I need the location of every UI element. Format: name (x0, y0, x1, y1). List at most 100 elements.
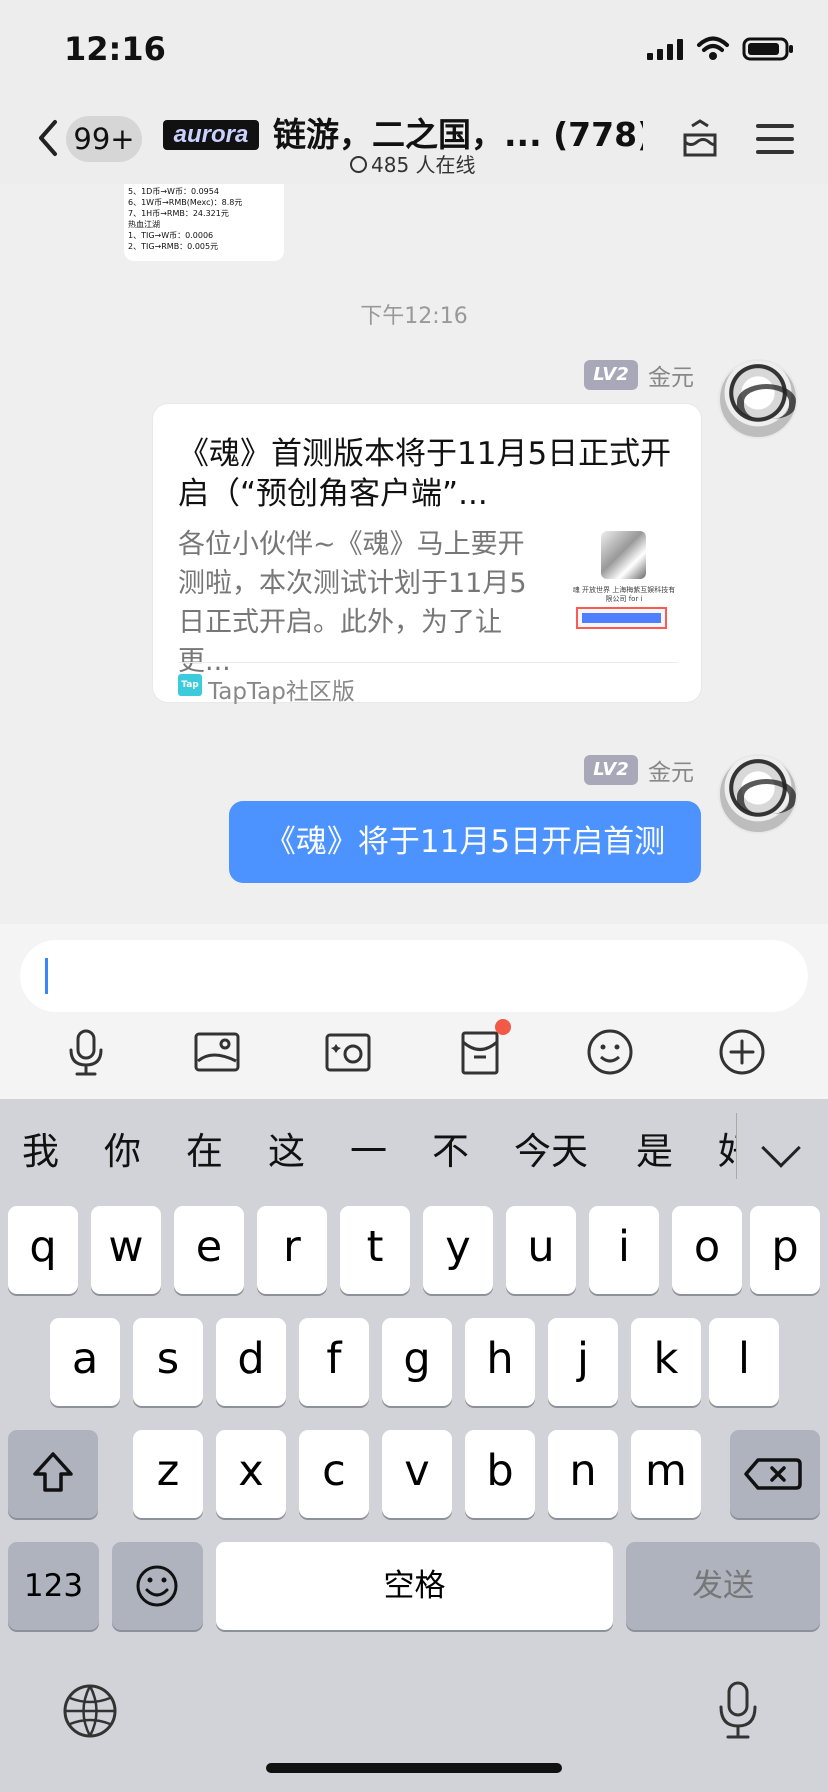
key-h[interactable]: h (465, 1318, 535, 1406)
chat-header: 99+ aurora 链游，二之国，... (778) 485 人在线 (0, 96, 828, 184)
group-logo: aurora (163, 120, 259, 150)
image-icon[interactable] (191, 1026, 243, 1078)
key-v[interactable]: v (382, 1430, 452, 1518)
shift-key[interactable] (8, 1430, 98, 1518)
home-indicator (266, 1763, 562, 1773)
previous-image-line: 5、1D币→W币：0.0954 (128, 187, 219, 196)
key-e[interactable]: e (174, 1206, 244, 1294)
candidate-word[interactable]: 是 (636, 1129, 673, 1174)
key-l[interactable]: l (709, 1318, 779, 1406)
globe-icon[interactable] (62, 1683, 118, 1739)
key-z[interactable]: z (133, 1430, 203, 1518)
online-status-icon (350, 156, 367, 173)
second-message-meta: LV2 金元 (584, 754, 694, 786)
back-icon[interactable] (30, 114, 66, 162)
chevron-down-icon[interactable] (761, 1128, 801, 1168)
candidate-word[interactable]: 我 (22, 1129, 59, 1174)
key-g[interactable]: g (382, 1318, 452, 1406)
candidate-word[interactable]: 今天 (514, 1129, 588, 1174)
link-card-source: TapTap社区版 (208, 679, 355, 705)
text-caret (45, 958, 48, 994)
shift-icon (33, 1452, 73, 1492)
candidate-word[interactable]: 不 (432, 1129, 469, 1174)
key-u[interactable]: u (506, 1206, 576, 1294)
cellular-signal-icon (647, 39, 683, 60)
text-message-bubble[interactable]: 《魂》将于11月5日开启首测 (229, 801, 701, 883)
send-key[interactable]: 发送 (626, 1542, 820, 1630)
sender-avatar[interactable] (718, 754, 798, 834)
link-card-description: 各位小伙伴~《魂》马上要开测啦，本次测试计划于11月5日正式开启。此外，为了让更… (178, 529, 527, 677)
voice-input-icon[interactable] (60, 1026, 112, 1078)
key-o[interactable]: o (672, 1206, 742, 1294)
key-f[interactable]: f (299, 1318, 369, 1406)
previous-image-line: 2、TIG→RMB：0.005元 (128, 242, 219, 251)
key-i[interactable]: i (589, 1206, 659, 1294)
candidate-word[interactable]: 你 (104, 1129, 141, 1174)
previous-image-line: 7、1H币→RMB：24.321元 (128, 209, 229, 218)
key-k[interactable]: k (631, 1318, 701, 1406)
candidate-word[interactable]: 一 (350, 1129, 387, 1174)
status-time: 12:16 (64, 30, 166, 68)
key-y[interactable]: y (423, 1206, 493, 1294)
candidate-word[interactable]: 在 (186, 1129, 223, 1174)
dictation-icon[interactable] (712, 1679, 764, 1741)
key-r[interactable]: r (257, 1206, 327, 1294)
notification-dot (495, 1019, 511, 1035)
previous-image-line: 热血江湖 (128, 220, 160, 229)
numbers-key[interactable]: 123 (8, 1542, 99, 1630)
key-j[interactable]: j (548, 1318, 618, 1406)
emoji-icon[interactable] (584, 1026, 636, 1078)
link-card-title: 《魂》首测版本将于11月5日正式开启（“预创角客户端”... (178, 436, 672, 512)
key-c[interactable]: c (299, 1430, 369, 1518)
game-logo-icon (601, 531, 646, 579)
battery-icon (742, 37, 793, 61)
candidate-word[interactable]: 好 (718, 1129, 736, 1174)
emoji-keyboard-key[interactable] (112, 1542, 203, 1630)
message-composer (0, 924, 828, 1099)
add-icon[interactable] (716, 1026, 768, 1078)
message-input[interactable] (20, 940, 808, 1012)
key-b[interactable]: b (465, 1430, 535, 1518)
card-divider (178, 662, 678, 663)
status-bar: 12:16 (0, 0, 828, 96)
sender-name: 金元 (648, 365, 694, 391)
wifi-icon (697, 36, 729, 60)
ios-keyboard: 我 你 在 这 一 不 今天 是 好 q w e r t y u i o p a… (0, 1099, 828, 1792)
sender-avatar[interactable] (718, 359, 798, 439)
backspace-icon (744, 1458, 802, 1490)
level-badge: LV2 (584, 360, 638, 390)
previous-image-message[interactable]: 5、1D币→W币：0.0954 6、1W币→RMB(Mexc)：8.8元 7、1… (124, 184, 284, 261)
taptap-icon: Tap (178, 674, 202, 696)
key-n[interactable]: n (548, 1430, 618, 1518)
key-a[interactable]: a (50, 1318, 120, 1406)
sender-name: 金元 (648, 760, 694, 786)
key-p[interactable]: p (750, 1206, 820, 1294)
link-card-message[interactable]: 《魂》首测版本将于11月5日正式开启（“预创角客户端”... 各位小伙伴~《魂》… (153, 404, 701, 705)
svg-text:aurora: aurora (174, 121, 249, 148)
key-x[interactable]: x (216, 1430, 286, 1518)
red-packet-button[interactable] (454, 1019, 511, 1078)
first-message-meta: LV2 金元 (584, 359, 694, 391)
candidate-divider (736, 1113, 737, 1179)
key-s[interactable]: s (133, 1318, 203, 1406)
key-m[interactable]: m (631, 1430, 701, 1518)
key-w[interactable]: w (91, 1206, 161, 1294)
online-count: 485 人在线 (350, 149, 476, 178)
message-timestamp: 下午12:16 (360, 304, 468, 329)
space-key[interactable]: 空格 (216, 1542, 613, 1630)
online-count-text: 485 人在线 (371, 153, 476, 177)
thumbnail-text: 魂 开放世界 上海梅紫互娱科技有限公司 for i (572, 586, 676, 603)
previous-image-line: 1、TIG→W币：0.0006 (128, 231, 214, 240)
key-q[interactable]: q (8, 1206, 78, 1294)
candidate-word[interactable]: 这 (268, 1129, 305, 1174)
status-icons (646, 36, 794, 62)
camera-icon[interactable] (322, 1026, 374, 1078)
cake-icon[interactable] (677, 116, 723, 162)
menu-icon[interactable] (752, 116, 798, 162)
key-d[interactable]: d (216, 1318, 286, 1406)
link-card-thumbnail: 魂 开放世界 上海梅紫互娱科技有限公司 for i (568, 528, 678, 630)
key-t[interactable]: t (340, 1206, 410, 1294)
delete-key[interactable] (730, 1430, 820, 1518)
message-list[interactable]: 5、1D币→W币：0.0954 6、1W币→RMB(Mexc)：8.8元 7、1… (0, 184, 828, 924)
unread-count-badge[interactable]: 99+ (66, 116, 142, 162)
